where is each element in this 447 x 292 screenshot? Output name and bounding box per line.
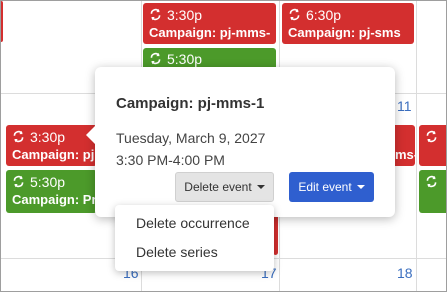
event-time: 6:30p	[306, 7, 342, 23]
event-title: ms-	[395, 147, 415, 162]
calendar-event[interactable]: 6:30p Campaign: pj-sms	[282, 3, 414, 44]
event-title: Campaign: pj-mms-	[149, 25, 271, 40]
menu-item-delete-series[interactable]: Delete series	[136, 244, 218, 260]
grid-divider	[416, 1, 417, 291]
calendar-event[interactable]	[1, 1, 3, 42]
repeat-icon	[426, 130, 437, 143]
edit-event-button[interactable]: Edit event	[289, 172, 374, 202]
delete-event-menu: Delete occurrence Delete series	[115, 205, 274, 271]
event-time: 3:30p	[30, 129, 66, 145]
repeat-icon	[150, 52, 161, 65]
calendar-month-view: 11 16 17 18 3:30p Campaign: pj-mms- 6:30…	[0, 0, 447, 292]
event-title: Campaign: Pr	[12, 192, 97, 207]
repeat-icon	[426, 175, 437, 188]
edit-event-label: Edit event	[298, 180, 352, 194]
popover-date: Tuesday, March 9, 2027	[116, 130, 266, 146]
popover-title: Campaign: pj-mms-1	[116, 95, 265, 112]
event-time: 5:30p	[30, 174, 66, 190]
popover-time: 3:30 PM-4:00 PM	[116, 152, 225, 168]
event-popover: Campaign: pj-mms-1 Tuesday, March 9, 202…	[86, 67, 395, 217]
day-number[interactable]: 18	[397, 265, 413, 281]
calendar-event[interactable]	[419, 125, 446, 166]
event-time: 5:30p	[167, 51, 203, 67]
event-title: Campaign: pj-sms	[288, 25, 401, 40]
event-title: Campaign: pj	[12, 147, 95, 162]
popover-arrow	[86, 126, 95, 144]
day-number[interactable]: 11	[397, 98, 412, 114]
calendar-event[interactable]: 5:30p Campaign: Pr	[6, 170, 97, 213]
event-time: 3:30p	[167, 7, 203, 23]
calendar-event[interactable]	[419, 170, 446, 213]
delete-event-label: Delete event	[184, 180, 252, 194]
repeat-icon	[13, 130, 24, 143]
caret-down-icon	[256, 185, 265, 189]
repeat-icon	[289, 8, 300, 21]
repeat-icon	[13, 175, 24, 188]
calendar-event[interactable]: 3:30p Campaign: pj	[6, 125, 97, 166]
menu-item-delete-occurrence[interactable]: Delete occurrence	[136, 215, 250, 231]
repeat-icon	[150, 8, 161, 21]
calendar-event[interactable]: 3:30p Campaign: pj-mms-	[143, 3, 276, 44]
delete-event-button[interactable]: Delete event	[175, 172, 274, 202]
caret-down-icon	[356, 185, 365, 189]
